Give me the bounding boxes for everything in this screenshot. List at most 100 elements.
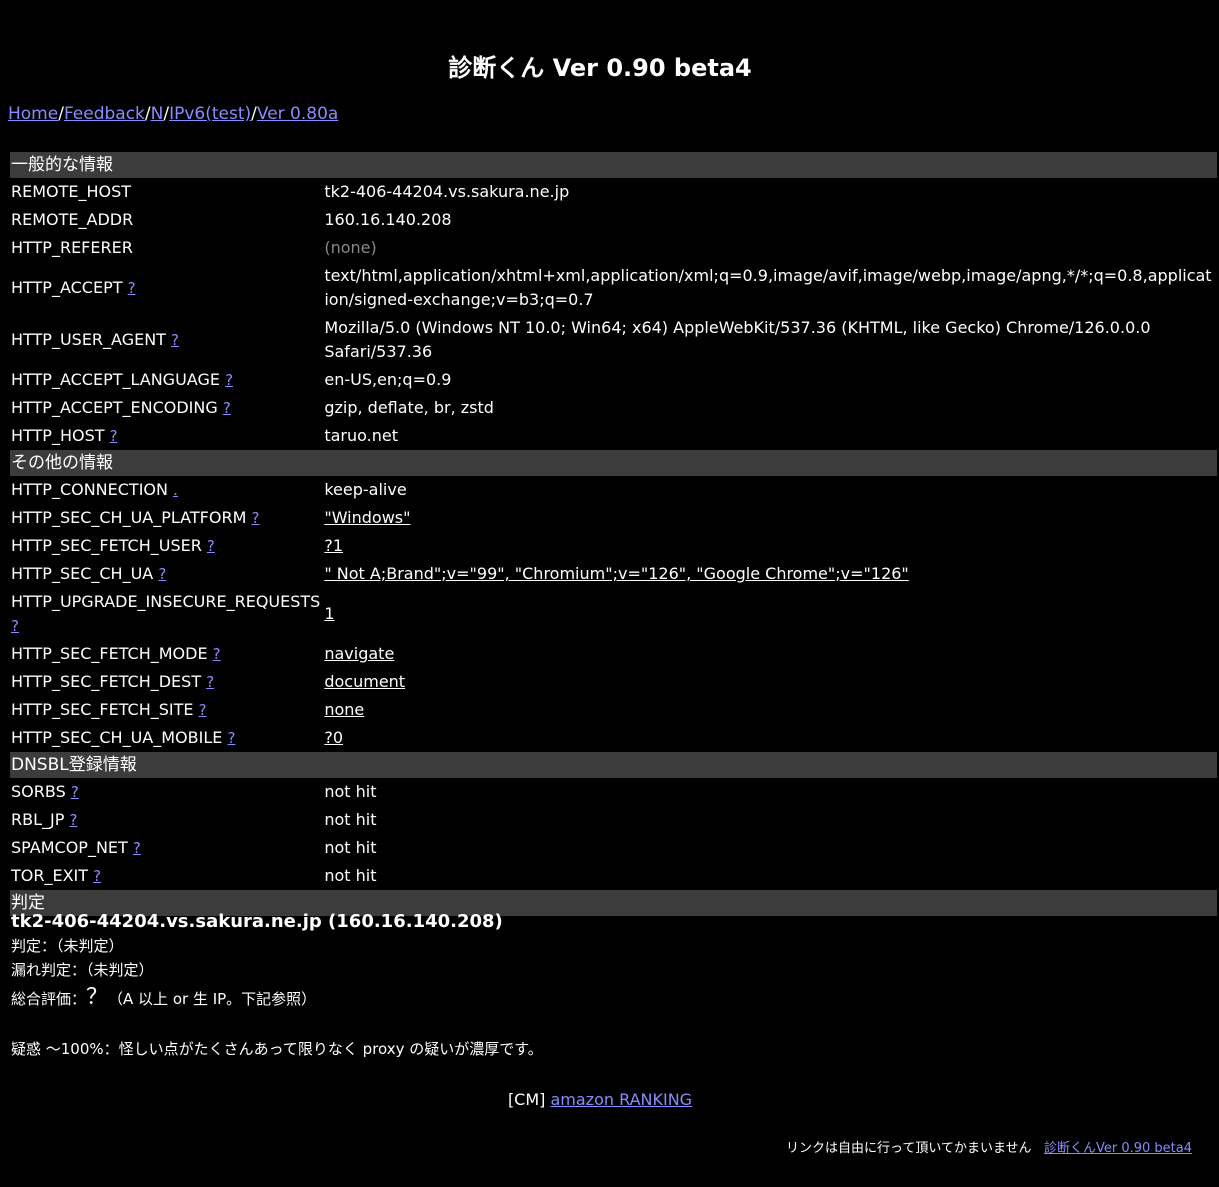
row-key: HTTP_SEC_FETCH_MODE ? <box>11 644 221 663</box>
help-link[interactable]: ? <box>206 673 214 691</box>
breadcrumb-nav: Home/Feedback/N/IPv6(test)/Ver 0.80a <box>8 104 338 124</box>
row-value: gzip, deflate, br, zstd <box>324 398 494 417</box>
row-key: RBL_JP ? <box>11 810 78 829</box>
help-link[interactable]: ? <box>199 701 207 719</box>
help-link[interactable]: ? <box>69 811 77 829</box>
info-table: 一般的な情報 REMOTE_HOST tk2-406-44204.vs.saku… <box>10 152 1217 916</box>
page-title: 診断くん Ver 0.90 beta4 <box>448 54 752 82</box>
table-row: HTTP_SEC_CH_UA_MOBILE ? ?0 <box>10 724 1217 752</box>
cm-prefix: [CM] <box>507 1090 551 1109</box>
table-row: REMOTE_ADDR 160.16.140.208 <box>10 206 1217 234</box>
row-value: 160.16.140.208 <box>324 210 452 229</box>
nav-link-ver080a[interactable]: Ver 0.80a <box>257 104 338 124</box>
table-row: HTTP_UPGRADE_INSECURE_REQUESTS? 1 <box>10 588 1217 640</box>
section-header-general: 一般的な情報 <box>10 152 1217 178</box>
row-key: HTTP_USER_AGENT ? <box>11 330 180 349</box>
row-key: HTTP_CONNECTION . <box>11 480 178 499</box>
table-row: HTTP_SEC_FETCH_USER ? ?1 <box>10 532 1217 560</box>
help-link[interactable]: . <box>173 481 178 499</box>
amazon-ranking-link[interactable]: amazon RANKING <box>550 1090 692 1109</box>
table-row: HTTP_SEC_FETCH_MODE ? navigate <box>10 640 1217 668</box>
value-link[interactable]: 1 <box>324 604 334 623</box>
row-value: document <box>322 668 1217 696</box>
value-link[interactable]: " Not A;Brand";v="99", "Chromium";v="126… <box>324 564 908 583</box>
nav-link-ipv6[interactable]: IPv6(test) <box>169 104 251 124</box>
help-link[interactable]: ? <box>71 783 79 801</box>
row-key: HTTP_SEC_CH_UA ? <box>11 564 167 583</box>
row-value: " Not A;Brand";v="99", "Chromium";v="126… <box>322 560 1217 588</box>
row-key: HTTP_ACCEPT_ENCODING ? <box>11 398 231 417</box>
nav-link-feedback[interactable]: Feedback <box>64 104 145 124</box>
overall-rating: 総合評価：？（A 以上 or 生 IP。下記参照） <box>11 986 543 1011</box>
help-link[interactable]: ? <box>128 279 136 297</box>
judge-line: 判定：（未判定） <box>11 937 124 955</box>
help-link[interactable]: ? <box>158 565 166 583</box>
row-value: ?1 <box>322 532 1217 560</box>
footer-text: リンクは自由に行って頂いてかまいません <box>785 1141 1032 1156</box>
row-value: "Windows" <box>322 504 1217 532</box>
table-row: HTTP_SEC_CH_UA_PLATFORM ? "Windows" <box>10 504 1217 532</box>
table-row: HTTP_ACCEPT_ENCODING ? gzip, deflate, br… <box>10 394 1217 422</box>
help-link[interactable]: ? <box>223 399 231 417</box>
row-value: not hit <box>324 838 377 857</box>
section-header-other: その他の情報 <box>10 450 1217 476</box>
table-row: HTTP_CONNECTION . keep-alive <box>10 476 1217 504</box>
value-link[interactable]: none <box>324 700 364 719</box>
row-value: (none) <box>324 238 377 257</box>
row-key: TOR_EXIT ? <box>11 866 102 885</box>
help-link[interactable]: ? <box>207 537 215 555</box>
row-value: en-US,en;q=0.9 <box>324 370 452 389</box>
nav-link-n[interactable]: N <box>151 104 164 124</box>
table-row: HTTP_REFERER (none) <box>10 234 1217 262</box>
row-value: not hit <box>324 782 377 801</box>
row-value: Mozilla/5.0 (Windows NT 10.0; Win64; x64… <box>324 318 1151 361</box>
table-row: TOR_EXIT ? not hit <box>10 862 1217 890</box>
row-key: HTTP_SEC_FETCH_DEST ? <box>11 672 215 691</box>
help-link[interactable]: ? <box>133 839 141 857</box>
value-link[interactable]: "Windows" <box>324 508 410 527</box>
value-link[interactable]: navigate <box>324 644 394 663</box>
help-link[interactable]: ? <box>227 729 235 747</box>
row-key: HTTP_ACCEPT ? <box>11 278 136 297</box>
row-value: text/html,application/xhtml+xml,applicat… <box>324 266 1212 309</box>
footer-link[interactable]: 診断くんVer 0.90 beta4 <box>1044 1141 1192 1156</box>
help-link[interactable]: ? <box>225 371 233 389</box>
value-link[interactable]: ?0 <box>324 728 343 747</box>
overall-note: （A 以上 or 生 IP。下記参照） <box>108 990 317 1008</box>
help-link[interactable]: ? <box>110 427 118 445</box>
row-key: HTTP_SEC_FETCH_SITE ? <box>11 700 207 719</box>
row-value: 1 <box>322 588 1217 640</box>
row-key: HTTP_ACCEPT_LANGUAGE ? <box>11 370 234 389</box>
row-value: ?0 <box>322 724 1217 752</box>
table-row: HTTP_SEC_CH_UA ? " Not A;Brand";v="99", … <box>10 560 1217 588</box>
row-key: HTTP_REFERER <box>11 238 133 257</box>
table-row: HTTP_SEC_FETCH_DEST ? document <box>10 668 1217 696</box>
table-row: HTTP_HOST ? taruo.net <box>10 422 1217 450</box>
row-key: SPAMCOP_NET ? <box>11 838 141 857</box>
value-link[interactable]: ?1 <box>324 536 343 555</box>
row-value: not hit <box>324 866 377 885</box>
row-value: navigate <box>322 640 1217 668</box>
row-value: not hit <box>324 810 377 829</box>
table-row: SPAMCOP_NET ? not hit <box>10 834 1217 862</box>
help-link[interactable]: ? <box>213 645 221 663</box>
row-value: tk2-406-44204.vs.sakura.ne.jp <box>324 182 570 201</box>
help-link[interactable]: ? <box>171 331 179 349</box>
nav-link-home[interactable]: Home <box>8 104 58 124</box>
table-row: RBL_JP ? not hit <box>10 806 1217 834</box>
help-link[interactable]: ? <box>93 867 101 885</box>
row-key: REMOTE_ADDR <box>11 210 134 229</box>
help-link[interactable]: ? <box>251 509 259 527</box>
row-key: HTTP_SEC_CH_UA_PLATFORM ? <box>11 508 260 527</box>
value-link[interactable]: document <box>324 672 405 691</box>
suspicion-text: 疑惑 〜100%：怪しい点がたくさんあって限りなく proxy の疑いが濃厚です… <box>11 1040 543 1058</box>
table-row: SORBS ? not hit <box>10 778 1217 806</box>
judgement-block: tk2-406-44204.vs.sakura.ne.jp (160.16.14… <box>11 910 543 1061</box>
table-row: HTTP_ACCEPT_LANGUAGE ? en-US,en;q=0.9 <box>10 366 1217 394</box>
help-link[interactable]: ? <box>11 617 19 635</box>
row-key: HTTP_SEC_FETCH_USER ? <box>11 536 215 555</box>
table-row: HTTP_ACCEPT ? text/html,application/xhtm… <box>10 262 1217 314</box>
footer: リンクは自由に行って頂いてかまいません 診断くんVer 0.90 beta4 <box>786 1137 1192 1156</box>
row-key: SORBS ? <box>11 782 79 801</box>
table-row: HTTP_USER_AGENT ? Mozilla/5.0 (Windows N… <box>10 314 1217 366</box>
